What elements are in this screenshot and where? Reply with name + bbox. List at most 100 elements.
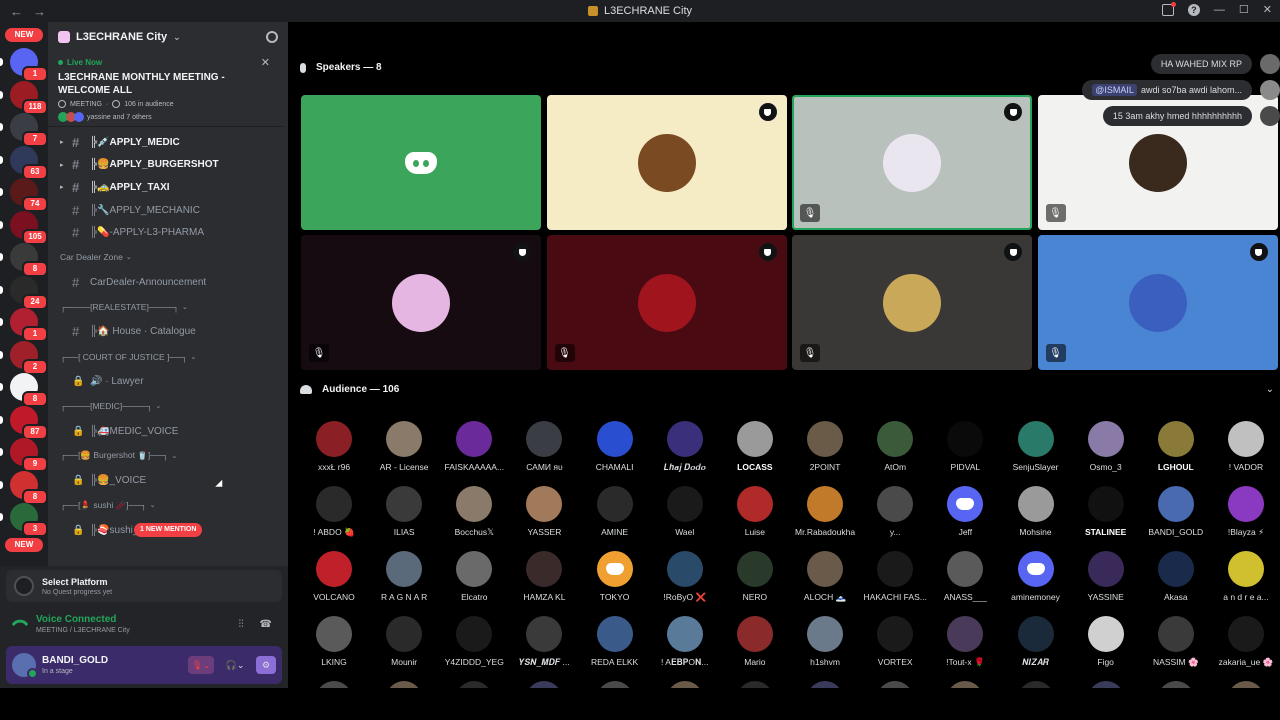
audience-member[interactable]: R A G N A R bbox=[369, 551, 439, 611]
audience-member[interactable]: 𝑳𝒉𝒂𝒋 𝑫𝒐𝒅𝒐 bbox=[650, 421, 720, 481]
new-unreads-pill[interactable]: NEW bbox=[5, 538, 43, 552]
text-channel[interactable]: ▸ # ╠💉APPLY_MEDIC bbox=[48, 131, 288, 154]
audience-member[interactable] bbox=[369, 681, 439, 688]
invite-icon[interactable] bbox=[266, 31, 278, 43]
audience-member[interactable]: NASSIM 🌸 bbox=[1141, 616, 1211, 676]
audience-member[interactable]: NERO bbox=[720, 551, 790, 611]
speaker-tile[interactable]: 🎙 bbox=[301, 235, 541, 370]
audience-member[interactable]: FAISKAAAAA... bbox=[439, 421, 509, 481]
audience-member[interactable] bbox=[580, 681, 650, 688]
voice-channel[interactable]: 🔒 ╠🍣sushi_VOICE 1 NEW MENTION bbox=[48, 519, 288, 542]
speaker-tile[interactable]: 🎙 bbox=[546, 235, 787, 370]
text-channel[interactable]: # ╠💊-APPLY-L3-PHARMA bbox=[48, 221, 288, 244]
soundboard-icon[interactable]: ⫶⫶ bbox=[239, 619, 244, 630]
audience-member[interactable]: 𝑵𝑰𝒁𝑨𝑹 bbox=[1001, 616, 1071, 676]
inbox-icon[interactable] bbox=[1161, 1, 1176, 16]
new-mention-pill[interactable]: 1 NEW MENTION bbox=[134, 522, 203, 537]
text-channel[interactable]: ▸ # ╠🍔APPLY_BURGERSHOT bbox=[48, 154, 288, 177]
audience-member[interactable] bbox=[299, 681, 369, 688]
gear-icon[interactable]: ⚙ bbox=[256, 656, 276, 674]
audience-member[interactable]: y... bbox=[860, 486, 930, 546]
audience-member[interactable]: xxxŁ r96 bbox=[299, 421, 369, 481]
audience-member[interactable]: HAKACHI FAS... bbox=[860, 551, 930, 611]
channel-category[interactable]: ┌──[🍔 Burgershot 🥤]──┐ ⌄ bbox=[48, 442, 288, 469]
audience-member[interactable]: VOLCANO bbox=[299, 551, 369, 611]
audience-member[interactable]: ALOCH 🗻 bbox=[790, 551, 860, 611]
voice-channel[interactable]: 🔒 ╠🚑MEDIC_VOICE bbox=[48, 420, 288, 443]
audience-member[interactable]: LGHOUL bbox=[1141, 421, 1211, 481]
audience-member[interactable]: !Blayza ⚡ bbox=[1211, 486, 1280, 546]
audience-member[interactable]: Wael bbox=[650, 486, 720, 546]
audience-member[interactable]: 𝒀𝑺𝑵_𝑴𝑫𝑭 ... bbox=[509, 616, 579, 676]
speaker-tile[interactable] bbox=[546, 95, 787, 230]
voice-location[interactable]: MEETING / L3ECHRANE City bbox=[36, 627, 130, 634]
speaker-tile[interactable] bbox=[301, 95, 541, 230]
audience-member[interactable]: Mario bbox=[720, 616, 790, 676]
audience-member[interactable]: LKING bbox=[299, 616, 369, 676]
channel-category[interactable]: ┌──[ COURT OF JUSTICE ]──┐ ⌄ bbox=[48, 343, 288, 370]
audience-member[interactable]: YASSER bbox=[509, 486, 579, 546]
audience-member[interactable]: ILIAS bbox=[369, 486, 439, 546]
audience-member[interactable]: CHAMALI bbox=[580, 421, 650, 481]
audience-member[interactable]: САМИ ᴙᴜ bbox=[509, 421, 579, 481]
audience-member[interactable]: Jeff bbox=[930, 486, 1000, 546]
channel-category[interactable]: ┌────[MEDIC]────┐ ⌄ bbox=[48, 393, 288, 420]
audience-member[interactable]: TOKYO bbox=[580, 551, 650, 611]
audience-member[interactable]: Akasa bbox=[1141, 551, 1211, 611]
audience-member[interactable]: AMINE bbox=[580, 486, 650, 546]
mute-button[interactable]: 🎙⌄ bbox=[188, 656, 214, 674]
help-icon[interactable]: ? bbox=[1187, 3, 1200, 16]
audience-member[interactable]: Mounir bbox=[369, 616, 439, 676]
voice-channel[interactable]: 🔒 ╠🍔_VOICE bbox=[48, 469, 288, 492]
audience-member[interactable]: ANASS___ bbox=[930, 551, 1000, 611]
new-unreads-pill[interactable]: NEW bbox=[5, 28, 43, 42]
audience-member[interactable] bbox=[1211, 681, 1280, 688]
audience-member[interactable] bbox=[930, 681, 1000, 688]
voice-connected-label[interactable]: Voice Connected bbox=[36, 614, 130, 625]
text-channel[interactable]: # CarDealer-Announcement bbox=[48, 271, 288, 294]
close-button[interactable]: ✕ bbox=[1263, 3, 1272, 16]
audience-member[interactable] bbox=[860, 681, 930, 688]
channel-category[interactable]: ┌────[REALESTATE]────┐ ⌄ bbox=[48, 294, 288, 321]
audience-member[interactable]: ! VADOR bbox=[1211, 421, 1280, 481]
user-mention[interactable]: @ISMAIL bbox=[1092, 84, 1137, 96]
audience-member[interactable]: Mr.Rabadoukha bbox=[790, 486, 860, 546]
audience-member[interactable] bbox=[1141, 681, 1211, 688]
audience-member[interactable]: VORTEX bbox=[860, 616, 930, 676]
back-arrow-icon[interactable]: ← bbox=[10, 4, 23, 19]
audience-member[interactable]: ! ABDO 🍓 bbox=[299, 486, 369, 546]
audience-member[interactable]: YASSINE bbox=[1071, 551, 1141, 611]
chevron-down-icon[interactable]: ⌄ bbox=[1266, 384, 1274, 395]
avatar[interactable] bbox=[12, 653, 38, 679]
audience-member[interactable]: SenjuSlayer bbox=[1001, 421, 1071, 481]
audience-member[interactable]: Elcatro bbox=[439, 551, 509, 611]
audience-member[interactable] bbox=[720, 681, 790, 688]
audience-member[interactable]: !RoByO ❌ bbox=[650, 551, 720, 611]
audience-member[interactable]: a n d r e a... bbox=[1211, 551, 1280, 611]
audience-member[interactable]: Osmo_3 bbox=[1071, 421, 1141, 481]
audience-member[interactable]: STALINEE bbox=[1071, 486, 1141, 546]
audience-member[interactable] bbox=[790, 681, 860, 688]
audience-member[interactable]: h1shvm bbox=[790, 616, 860, 676]
audience-member[interactable]: Y4ZIDDD_YEG bbox=[439, 616, 509, 676]
audience-member[interactable] bbox=[1071, 681, 1141, 688]
audience-member[interactable]: Luise bbox=[720, 486, 790, 546]
audience-member[interactable]: AtOm bbox=[860, 421, 930, 481]
audience-member[interactable]: zakaria_ue 🌸 bbox=[1211, 616, 1280, 676]
audience-member[interactable] bbox=[509, 681, 579, 688]
audience-member[interactable]: AR - License bbox=[369, 421, 439, 481]
audience-member[interactable]: HAMZA KL bbox=[509, 551, 579, 611]
audience-member[interactable]: Figo bbox=[1071, 616, 1141, 676]
audience-member[interactable] bbox=[650, 681, 720, 688]
voice-channel[interactable]: 🔒 🔊 · Lawyer bbox=[48, 370, 288, 393]
channel-category[interactable]: ┌──[💄 sushi 🥢]──┐ ⌄ bbox=[48, 492, 288, 519]
live-stage-card[interactable]: Live Now ✕ L3ECHRANE MONTHLY MEETING - W… bbox=[48, 52, 284, 127]
audience-member[interactable]: aminemoney bbox=[1001, 551, 1071, 611]
maximize-button[interactable]: ☐ bbox=[1239, 3, 1249, 16]
text-channel[interactable]: # ╠🔧APPLY_MECHANIC bbox=[48, 199, 288, 222]
audience-member[interactable]: ! A𝐄𝐁𝐏O𝐍... bbox=[650, 616, 720, 676]
guild-header[interactable]: L3ECHRANE City ⌄ bbox=[48, 22, 288, 52]
audience-member[interactable]: 2POINT bbox=[790, 421, 860, 481]
disconnect-icon[interactable]: ☎ bbox=[260, 619, 272, 630]
audience-member[interactable]: !Tout-x 🌹 bbox=[930, 616, 1000, 676]
